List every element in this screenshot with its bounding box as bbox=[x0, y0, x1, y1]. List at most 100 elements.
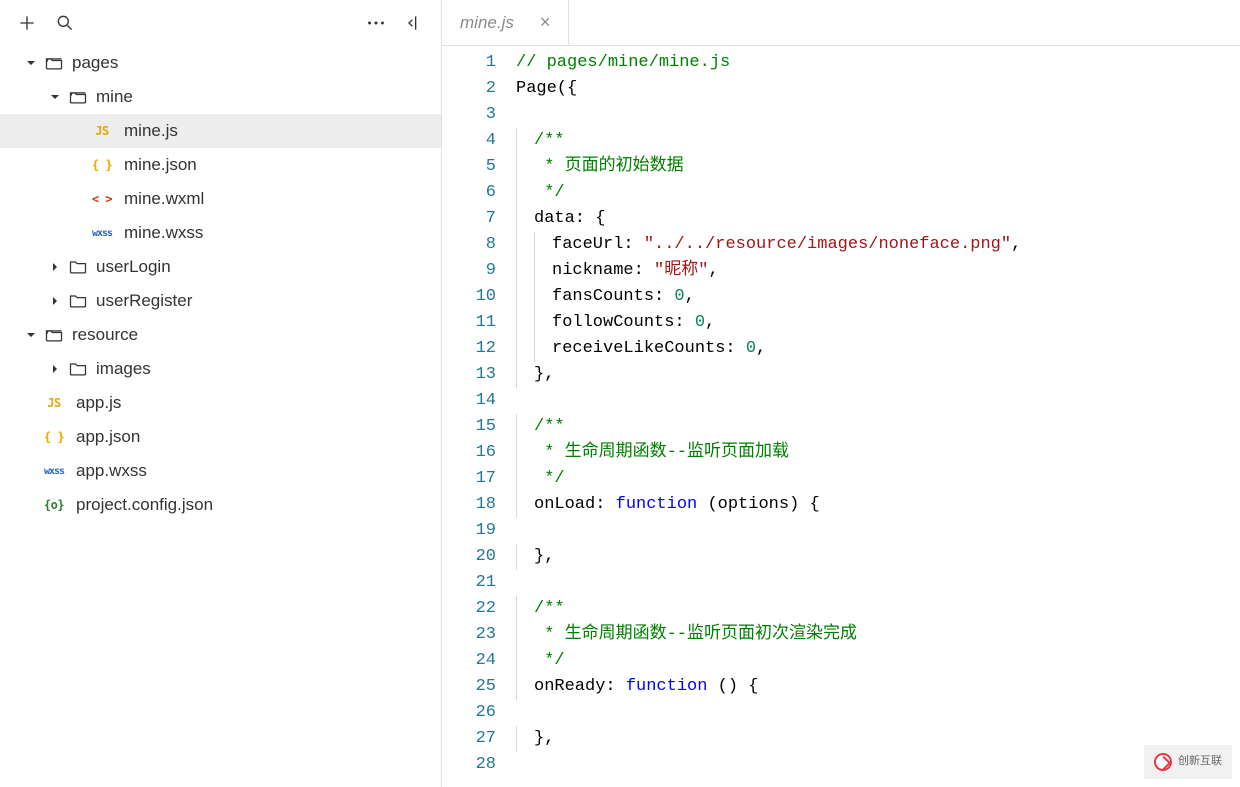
tree-folder[interactable]: images bbox=[0, 352, 441, 386]
editor-pane: mine.js × 123456789101112131415161718192… bbox=[442, 0, 1240, 787]
tree-file[interactable]: wxssmine.wxss bbox=[0, 216, 441, 250]
tree-file[interactable]: < >mine.wxml bbox=[0, 182, 441, 216]
code-body[interactable]: // pages/mine/mine.jsPage({ /** * 页面的初始数据… bbox=[508, 46, 1240, 787]
collapse-icon bbox=[404, 13, 424, 33]
line-number: 11 bbox=[442, 310, 496, 336]
code-line[interactable] bbox=[516, 752, 1240, 778]
code-line[interactable]: */ bbox=[516, 180, 1240, 206]
code-line[interactable]: /** bbox=[516, 414, 1240, 440]
line-number: 9 bbox=[442, 258, 496, 284]
line-number: 27 bbox=[442, 726, 496, 752]
code-line[interactable] bbox=[516, 518, 1240, 544]
more-button[interactable] bbox=[357, 4, 395, 42]
line-number: 24 bbox=[442, 648, 496, 674]
code-line[interactable]: /** bbox=[516, 596, 1240, 622]
code-line[interactable]: faceUrl: "../../resource/images/noneface… bbox=[516, 232, 1240, 258]
code-line[interactable]: }, bbox=[516, 544, 1240, 570]
tree-item-label: mine.js bbox=[124, 121, 178, 141]
tree-item-label: mine bbox=[96, 87, 133, 107]
folder-open-icon bbox=[44, 53, 64, 73]
tree-item-label: project.config.json bbox=[76, 495, 213, 515]
code-line[interactable]: // pages/mine/mine.js bbox=[516, 50, 1240, 76]
folder-open-icon bbox=[44, 325, 64, 345]
tree-folder[interactable]: resource bbox=[0, 318, 441, 352]
chevron-right-icon[interactable] bbox=[46, 292, 64, 310]
code-line[interactable]: onLoad: function (options) { bbox=[516, 492, 1240, 518]
search-icon bbox=[55, 13, 75, 33]
line-number: 5 bbox=[442, 154, 496, 180]
code-line[interactable] bbox=[516, 388, 1240, 414]
explorer-toolbar bbox=[0, 0, 441, 46]
more-icon bbox=[365, 12, 387, 34]
file-json-icon: { } bbox=[88, 158, 116, 172]
line-number: 25 bbox=[442, 674, 496, 700]
chevron-down-icon[interactable] bbox=[22, 54, 40, 72]
code-area: 1234567891011121314151617181920212223242… bbox=[442, 46, 1240, 787]
line-number: 14 bbox=[442, 388, 496, 414]
file-wxss-icon: wxss bbox=[40, 466, 68, 477]
line-number: 19 bbox=[442, 518, 496, 544]
chevron-down-icon[interactable] bbox=[46, 88, 64, 106]
file-js-icon: JS bbox=[40, 396, 68, 410]
code-line[interactable]: * 页面的初始数据 bbox=[516, 154, 1240, 180]
folder-icon bbox=[68, 257, 88, 277]
folder-icon bbox=[68, 291, 88, 311]
watermark: 创新互联 bbox=[1144, 745, 1232, 779]
close-icon[interactable]: × bbox=[540, 12, 551, 33]
code-line[interactable]: * 生命周期函数--监听页面加载 bbox=[516, 440, 1240, 466]
code-line[interactable]: */ bbox=[516, 466, 1240, 492]
code-line[interactable]: Page({ bbox=[516, 76, 1240, 102]
line-gutter: 1234567891011121314151617181920212223242… bbox=[442, 46, 508, 787]
watermark-logo-icon bbox=[1154, 753, 1172, 771]
code-line[interactable]: data: { bbox=[516, 206, 1240, 232]
chevron-right-icon[interactable] bbox=[46, 258, 64, 276]
code-line[interactable]: }, bbox=[516, 362, 1240, 388]
code-line[interactable] bbox=[516, 102, 1240, 128]
tree-folder[interactable]: pages bbox=[0, 46, 441, 80]
tree-folder[interactable]: mine bbox=[0, 80, 441, 114]
line-number: 15 bbox=[442, 414, 496, 440]
code-line[interactable]: /** bbox=[516, 128, 1240, 154]
collapse-panel-button[interactable] bbox=[395, 4, 433, 42]
line-number: 13 bbox=[442, 362, 496, 388]
tree-file[interactable]: JS app.js bbox=[0, 386, 441, 420]
watermark-text: 创新互联 bbox=[1178, 749, 1222, 775]
line-number: 20 bbox=[442, 544, 496, 570]
code-line[interactable]: }, bbox=[516, 726, 1240, 752]
tree-file[interactable]: {o} project.config.json bbox=[0, 488, 441, 522]
file-tree[interactable]: pagesmineJSmine.js{ }mine.json< >mine.wx… bbox=[0, 46, 441, 787]
folder-open-icon bbox=[68, 87, 88, 107]
chevron-right-icon[interactable] bbox=[46, 360, 64, 378]
tree-folder[interactable]: userLogin bbox=[0, 250, 441, 284]
line-number: 1 bbox=[442, 50, 496, 76]
tab-mine-js[interactable]: mine.js × bbox=[442, 0, 569, 45]
search-button[interactable] bbox=[46, 4, 84, 42]
line-number: 28 bbox=[442, 752, 496, 778]
chevron-down-icon[interactable] bbox=[22, 326, 40, 344]
code-line[interactable]: followCounts: 0, bbox=[516, 310, 1240, 336]
tree-item-label: app.json bbox=[76, 427, 140, 447]
file-wxml-icon: < > bbox=[88, 192, 116, 206]
line-number: 6 bbox=[442, 180, 496, 206]
tree-item-label: resource bbox=[72, 325, 138, 345]
tree-folder[interactable]: userRegister bbox=[0, 284, 441, 318]
code-line[interactable]: onReady: function () { bbox=[516, 674, 1240, 700]
code-line[interactable]: receiveLikeCounts: 0, bbox=[516, 336, 1240, 362]
tree-file[interactable]: JSmine.js bbox=[0, 114, 441, 148]
file-json-icon: { } bbox=[40, 430, 68, 444]
new-file-button[interactable] bbox=[8, 4, 46, 42]
tree-file[interactable]: { } app.json bbox=[0, 420, 441, 454]
line-number: 17 bbox=[442, 466, 496, 492]
tree-file[interactable]: wxssapp.wxss bbox=[0, 454, 441, 488]
editor-tabs: mine.js × bbox=[442, 0, 1240, 46]
tree-item-label: app.js bbox=[76, 393, 121, 413]
code-line[interactable] bbox=[516, 700, 1240, 726]
line-number: 12 bbox=[442, 336, 496, 362]
code-line[interactable]: * 生命周期函数--监听页面初次渲染完成 bbox=[516, 622, 1240, 648]
file-cfg-icon: {o} bbox=[40, 498, 68, 512]
tree-file[interactable]: { }mine.json bbox=[0, 148, 441, 182]
code-line[interactable]: fansCounts: 0, bbox=[516, 284, 1240, 310]
code-line[interactable]: */ bbox=[516, 648, 1240, 674]
code-line[interactable]: nickname: "昵称", bbox=[516, 258, 1240, 284]
code-line[interactable] bbox=[516, 570, 1240, 596]
